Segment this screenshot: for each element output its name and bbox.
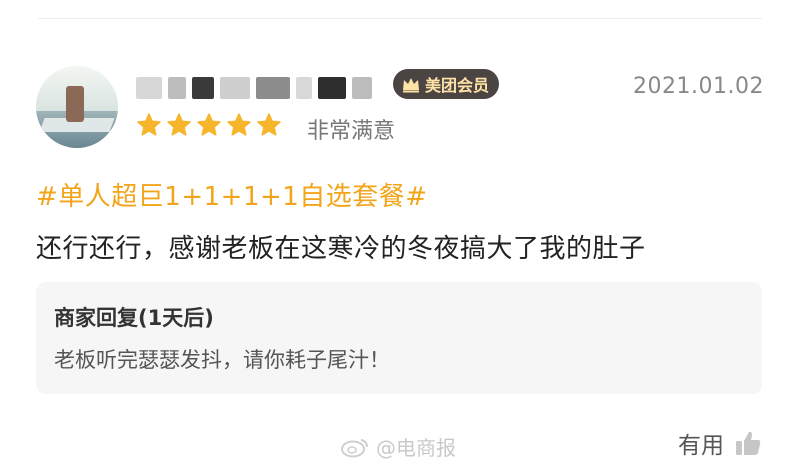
- helpful-button[interactable]: 有用: [678, 426, 762, 460]
- redaction-block: [296, 77, 312, 99]
- watermark-text: @电商报: [376, 436, 456, 460]
- rating-text: 非常满意: [307, 119, 396, 144]
- merchant-reply-title: 商家回复(1天后): [54, 306, 214, 330]
- star-icon: [167, 113, 191, 136]
- star-icon: [257, 113, 281, 136]
- redaction-block: [192, 77, 214, 99]
- avatar[interactable]: [36, 66, 118, 148]
- member-badge: 美团会员: [393, 69, 500, 99]
- star-icon: [137, 113, 161, 136]
- redaction-block: [352, 77, 372, 99]
- redaction-block: [318, 77, 346, 99]
- helpful-label: 有用: [678, 433, 724, 459]
- review-date: 2021.01.02: [633, 74, 764, 99]
- merchant-reply-text: 老板听完瑟瑟发抖，请你耗子尾汁！: [54, 348, 390, 372]
- member-badge-label: 美团会员: [425, 76, 490, 95]
- redaction-block: [220, 77, 250, 99]
- redaction-block: [256, 77, 290, 99]
- redaction-block: [136, 77, 162, 99]
- redaction-block: [168, 77, 186, 99]
- thumbs-up-icon: [736, 431, 761, 455]
- watermark: @电商报: [340, 432, 456, 461]
- avatar-figure: [66, 86, 84, 122]
- rating-stars: [136, 112, 282, 138]
- top-divider: [38, 18, 762, 19]
- review-comment: 还行还行，感谢老板在这寒冷的冬夜搞大了我的肚子: [36, 234, 646, 264]
- review-card: 美团会员 2021.01.02 非常满意 #单人超巨1+1+1+1自选套餐# 还…: [0, 0, 800, 467]
- username-redacted[interactable]: [136, 72, 378, 104]
- crown-icon: [403, 78, 419, 93]
- merchant-reply: 商家回复(1天后) 老板听完瑟瑟发抖，请你耗子尾汁！: [36, 282, 762, 394]
- topic-tag[interactable]: #单人超巨1+1+1+1自选套餐#: [36, 176, 428, 213]
- weibo-icon: [341, 438, 368, 457]
- star-icon: [197, 113, 221, 136]
- star-icon: [227, 113, 251, 136]
